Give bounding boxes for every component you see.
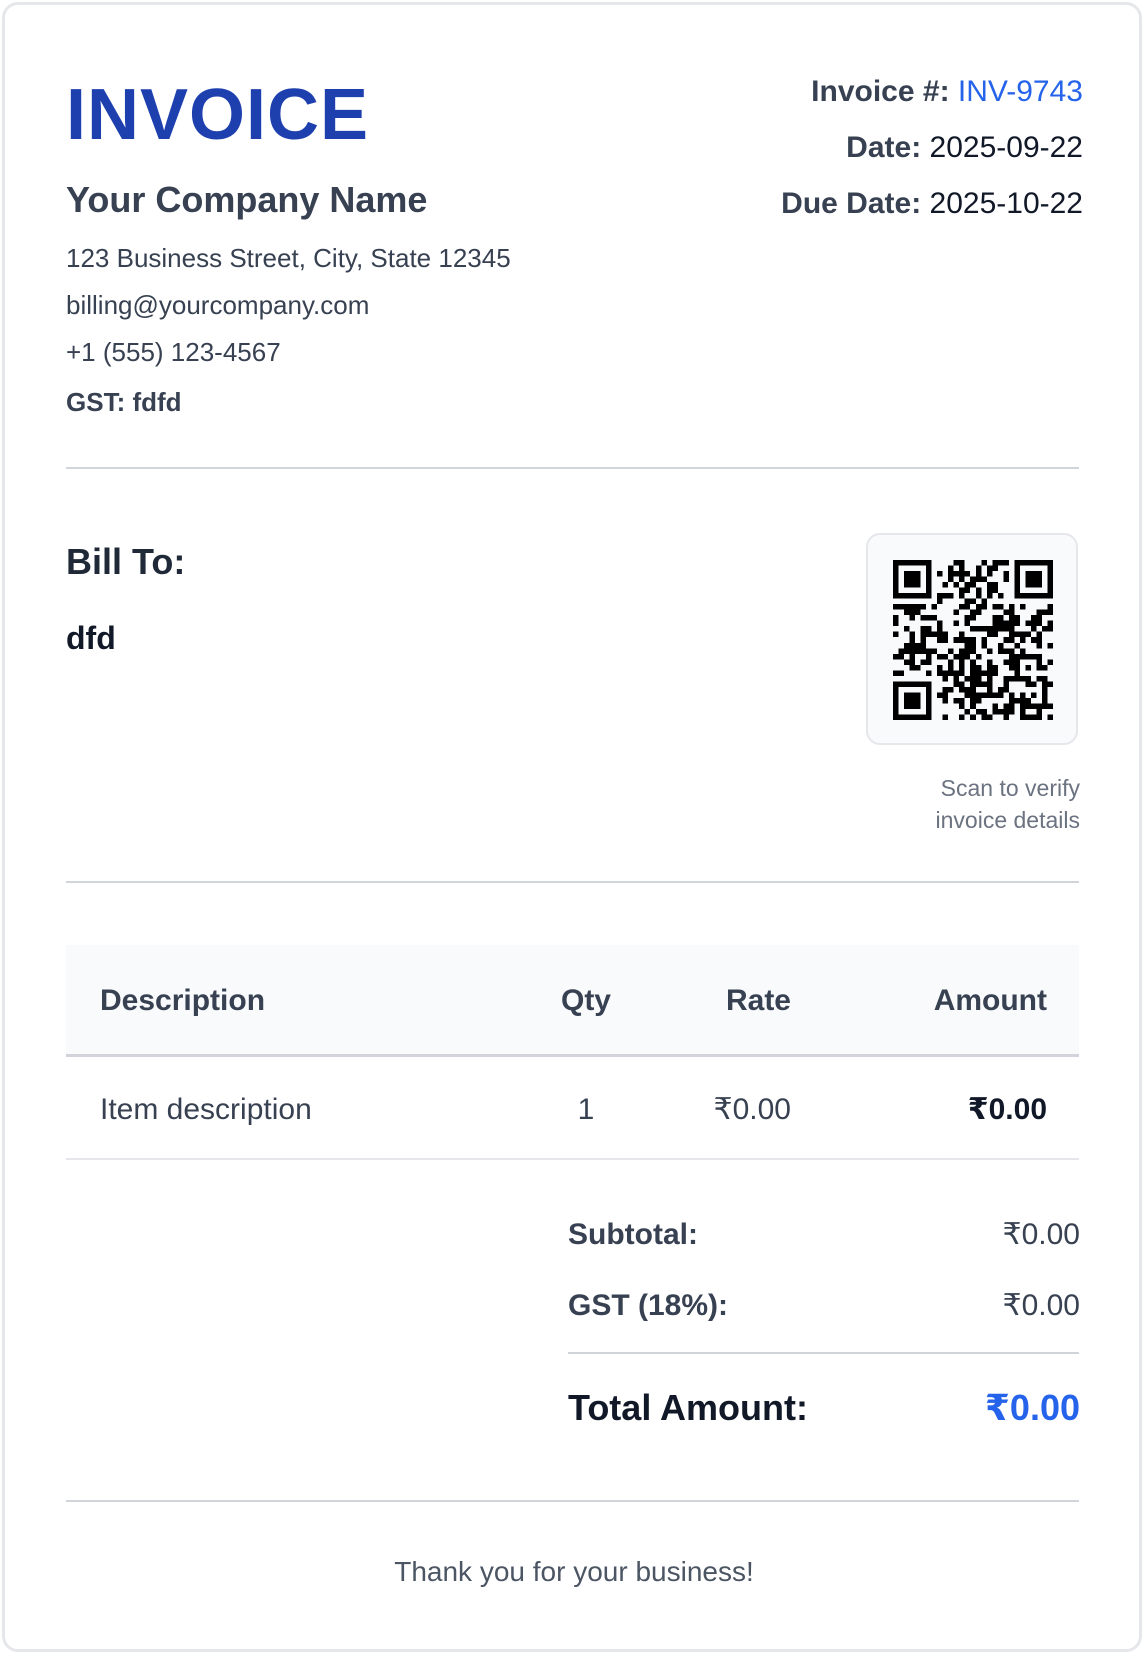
footer-divider [66, 1500, 1079, 1502]
item-rate: ₹0.00 [713, 1093, 791, 1126]
company-email: billing@yourcompany.com [66, 290, 370, 320]
col-amount-header: Amount [933, 984, 1047, 1017]
company-name: Your Company Name [66, 179, 428, 220]
qr-code-box [866, 533, 1078, 745]
company-gst: GST: fdfd [66, 387, 182, 417]
invoice-date-label: Date: [846, 131, 922, 164]
total-amount-label: Total Amount: [568, 1387, 808, 1428]
subtotal-value: ₹0.00 [1002, 1218, 1080, 1251]
invoice-date-value: 2025-09-22 [929, 131, 1083, 164]
item-amount: ₹0.00 [967, 1093, 1047, 1126]
gst-value: ₹0.00 [1002, 1289, 1080, 1322]
qr-caption-line-1: Scan to verify [940, 775, 1080, 801]
invoice-number-value: INV-9743 [957, 75, 1083, 108]
total-amount-value: ₹0.00 [984, 1387, 1080, 1428]
col-rate-header: Rate [725, 984, 791, 1017]
billto-divider [66, 881, 1079, 883]
table-row: Item description 1 ₹0.00 ₹0.00 [66, 1060, 1079, 1160]
summary-divider [568, 1352, 1079, 1354]
company-address: 123 Business Street, City, State 12345 [66, 243, 511, 273]
qr-caption-line-2: invoice details [935, 807, 1080, 833]
due-date-value: 2025-10-22 [929, 187, 1083, 220]
due-date-label: Due Date: [781, 187, 922, 220]
gst-label: GST (18%): [568, 1289, 729, 1322]
items-table-header: Description Qty Rate Amount [66, 945, 1079, 1057]
due-date: Due Date: 2025-10-22 [781, 184, 1083, 224]
header-divider [66, 467, 1079, 469]
invoice-number: Invoice #: INV-9743 [811, 72, 1083, 112]
bill-to-name: dfd [66, 620, 116, 656]
qr-code-icon [893, 560, 1053, 720]
col-qty-header: Qty [560, 984, 611, 1017]
thank-you-message: Thank you for your business! [394, 1556, 754, 1587]
subtotal-label: Subtotal: [568, 1218, 698, 1251]
item-description: Item description [100, 1093, 312, 1126]
item-qty: 1 [577, 1093, 595, 1126]
invoice-date: Date: 2025-09-22 [846, 128, 1083, 168]
company-phone: +1 (555) 123-4567 [66, 337, 281, 367]
qr-caption: Scan to verify invoice details [936, 772, 1080, 836]
bill-to-label: Bill To: [66, 541, 186, 582]
invoice-title: INVOICE [66, 75, 370, 155]
invoice-number-label: Invoice #: [811, 75, 950, 108]
col-description-header: Description [100, 984, 266, 1017]
